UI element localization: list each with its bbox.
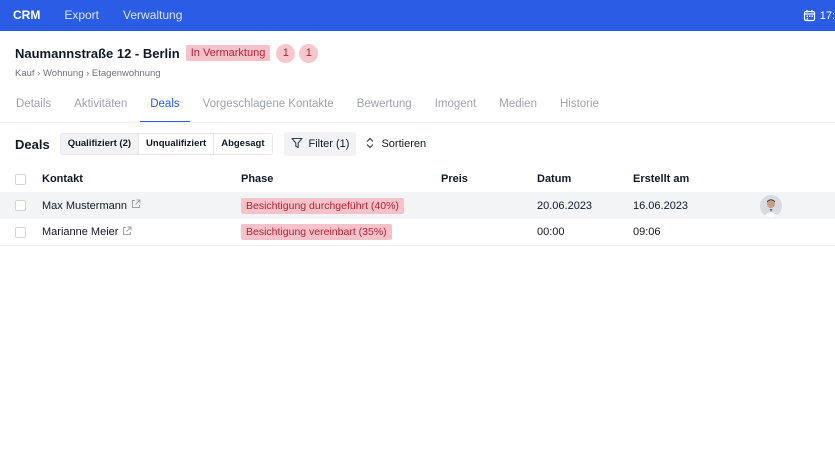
row-checkbox[interactable] — [15, 200, 26, 211]
column-header-datum[interactable]: Datum — [537, 166, 571, 192]
contact-link[interactable]: Marianne Meier — [42, 226, 118, 238]
date-cell: 00:00 — [537, 226, 565, 238]
segment-unqualifiziert[interactable]: Unqualifiziert — [139, 134, 215, 154]
phase-badge[interactable]: Besichtigung vereinbart (35%) — [241, 224, 392, 240]
calendar-icon[interactable] — [803, 9, 816, 22]
tab-bar: Details Aktivitäten Deals Vorgeschlagene… — [16, 97, 622, 123]
deals-toolbar: Deals Qualifiziert (2) Unqualifiziert Ab… — [15, 132, 426, 156]
tab-imogent[interactable]: Imogent — [435, 97, 477, 123]
status-badge[interactable]: In Vermarktung — [185, 45, 271, 61]
tab-aktivitaeten[interactable]: Aktivitäten — [74, 97, 127, 123]
row-checkbox[interactable] — [15, 227, 26, 238]
phase-badge[interactable]: Besichtigung durchgeführt (40%) — [241, 197, 404, 214]
nav-item-verwaltung[interactable]: Verwaltung — [111, 0, 194, 31]
breadcrumb: Kauf › Wohnung › Etagenwohnung — [15, 68, 161, 79]
tab-details[interactable]: Details — [16, 97, 51, 123]
avatar[interactable] — [760, 194, 782, 217]
contact-link[interactable]: Max Mustermann — [42, 200, 127, 212]
phase-cell: Besichtigung durchgeführt (40%) — [241, 192, 404, 219]
contact-cell: Marianne Meier — [42, 219, 132, 245]
top-navigation-bar: CRM Export Verwaltung 17: — [0, 0, 835, 31]
tab-deals[interactable]: Deals — [140, 97, 191, 123]
column-header-kontakt[interactable]: Kontakt — [42, 166, 83, 192]
deals-table: Kontakt Phase Preis Datum Erstellt am Ma… — [0, 166, 835, 246]
qualification-segmented-control: Qualifiziert (2) Unqualifiziert Abgesagt — [59, 133, 273, 155]
filter-button[interactable]: Filter (1) — [283, 132, 357, 156]
tab-vorgeschlagene-kontakte[interactable]: Vorgeschlagene Kontakte — [203, 97, 334, 123]
filter-icon — [290, 137, 303, 152]
table-row[interactable]: Max Mustermann Besichtigung durchgeführt… — [0, 192, 835, 219]
main-nav: CRM Export Verwaltung — [0, 0, 194, 31]
counter-badge-1[interactable]: 1 — [276, 43, 296, 63]
nav-item-export[interactable]: Export — [52, 0, 111, 31]
section-title: Deals — [15, 136, 50, 152]
table-row[interactable]: Marianne Meier Besichtigung vereinbart (… — [0, 219, 835, 246]
segment-abgesagt[interactable]: Abgesagt — [214, 134, 271, 154]
external-link-icon[interactable] — [131, 199, 141, 212]
tab-medien[interactable]: Medien — [499, 97, 537, 123]
created-cell: 16.06.2023 — [633, 199, 689, 212]
column-header-preis[interactable]: Preis — [441, 166, 468, 192]
select-all-checkbox[interactable] — [15, 174, 26, 185]
column-header-erstellt-am[interactable]: Erstellt am — [633, 166, 689, 192]
date-cell: 20.06.2023 — [537, 199, 593, 212]
counter-badge-2[interactable]: 1 — [299, 43, 319, 63]
tab-bewertung[interactable]: Bewertung — [357, 97, 412, 123]
title-row: Naumannstraße 12 - Berlin In Vermarktung… — [15, 43, 319, 63]
nav-brand-crm[interactable]: CRM — [0, 0, 52, 31]
property-header: Naumannstraße 12 - Berlin In Vermarktung… — [15, 43, 319, 79]
tabs-divider — [0, 122, 835, 123]
column-header-phase[interactable]: Phase — [241, 166, 273, 192]
filter-label: Filter (1) — [308, 138, 350, 150]
table-header-row: Kontakt Phase Preis Datum Erstellt am — [0, 166, 835, 192]
topbar-right: 17: — [803, 0, 835, 31]
phase-cell: Besichtigung vereinbart (35%) — [241, 219, 392, 245]
avatar-cell — [760, 192, 782, 219]
sort-button[interactable]: Sortieren — [365, 137, 426, 152]
segment-qualifiziert[interactable]: Qualifiziert (2) — [60, 134, 140, 154]
sort-icon — [365, 137, 375, 152]
external-link-icon[interactable] — [122, 226, 132, 239]
sort-label: Sortieren — [381, 138, 427, 150]
created-cell: 09:06 — [633, 226, 661, 238]
page-title: Naumannstraße 12 - Berlin — [15, 45, 180, 61]
contact-cell: Max Mustermann — [42, 192, 141, 219]
clock-time: 17: — [819, 9, 835, 22]
tab-historie[interactable]: Historie — [560, 97, 599, 123]
